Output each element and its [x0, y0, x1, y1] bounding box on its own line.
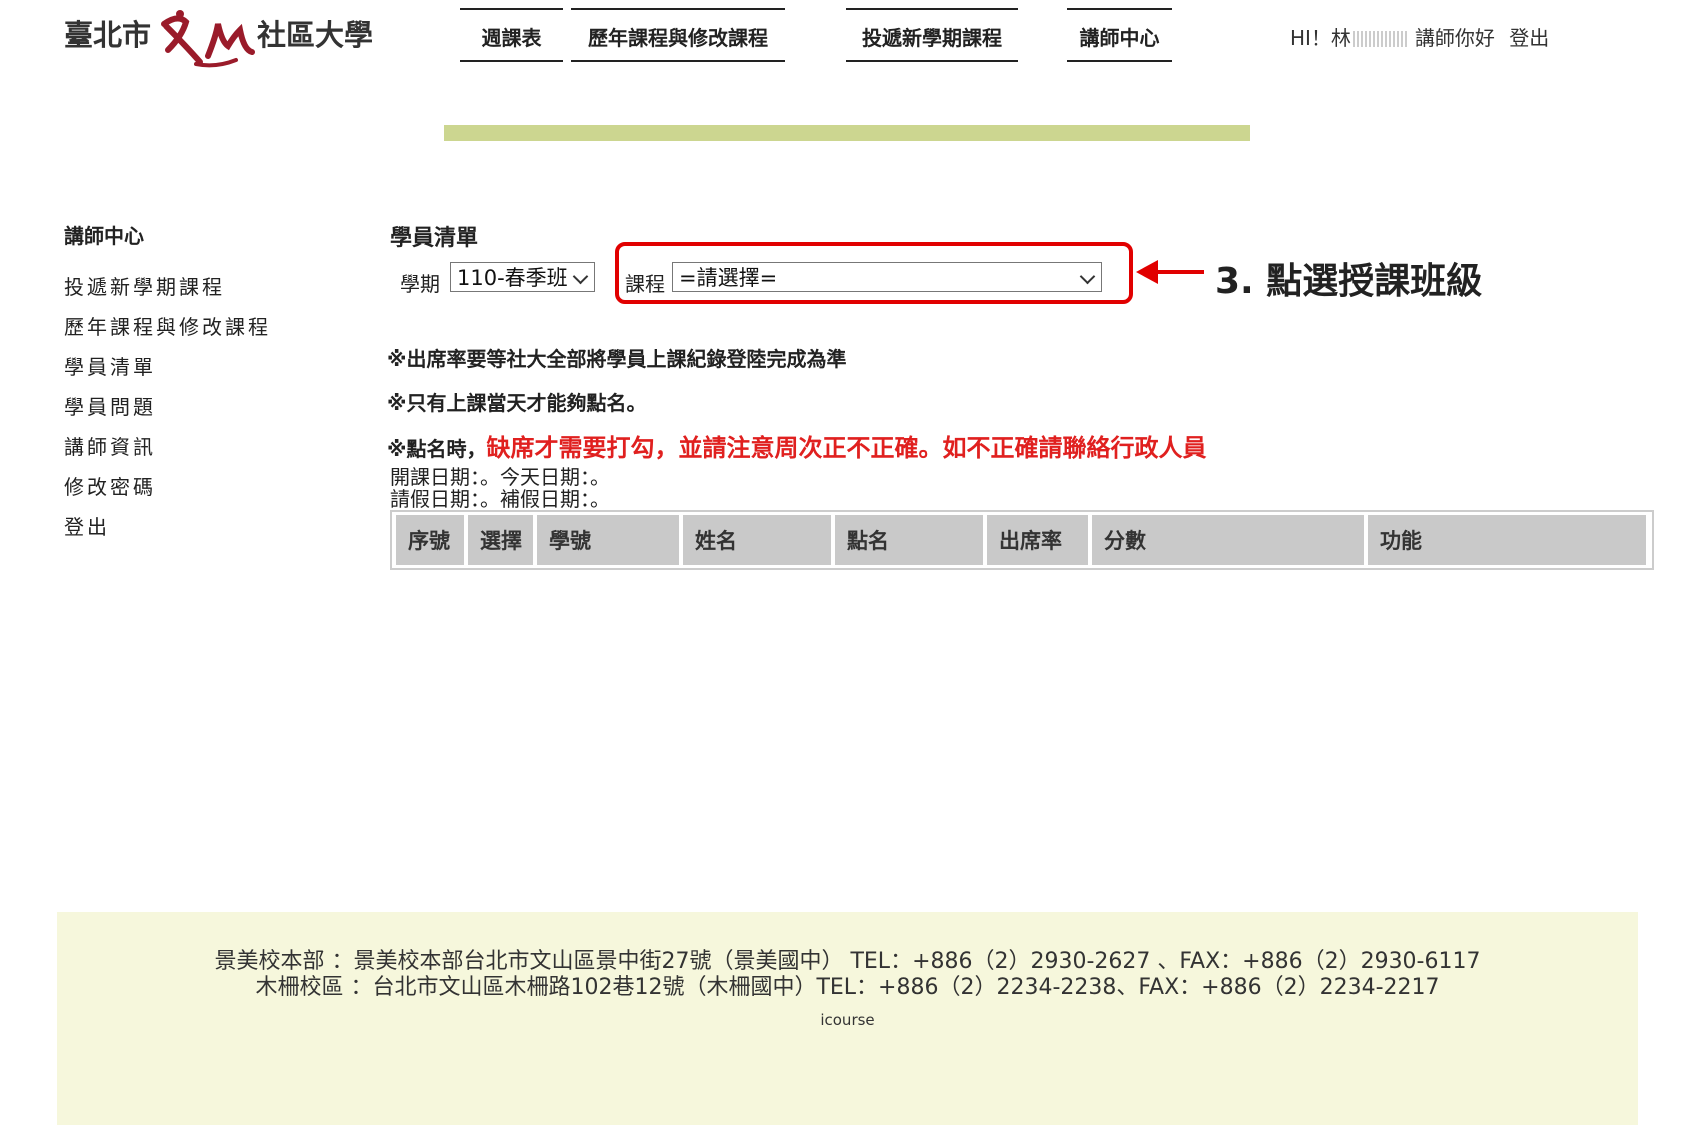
logo-university-text: 社區大學	[257, 18, 374, 52]
sidebar-item-student-list[interactable]: 學員清單	[64, 355, 324, 395]
highlight-box	[615, 242, 1133, 304]
logout-link[interactable]: 登出	[1509, 26, 1549, 50]
term-select-value: 110-春季班	[457, 266, 568, 290]
notice-rollcall-warning: 缺席才需要打勾，並請注意周次正不正確。如不正確請聯絡行政人員	[486, 434, 1207, 462]
sidebar-item-submit-new-courses[interactable]: 投遞新學期課程	[64, 275, 324, 315]
masked-name	[1352, 31, 1409, 47]
column-header-index[interactable]: 序號	[396, 515, 464, 565]
footer-muzha-campus: 木柵校區 ：台北市文山區木柵路102巷12號（木柵國中）TEL：+886（2）2…	[255, 975, 1440, 1000]
site-logo[interactable]: 臺北市 社區大學	[64, 6, 394, 68]
user-greeting: HI！林 講師你好 登出	[1290, 22, 1549, 51]
nav-weekly-schedule[interactable]: 週課表	[460, 8, 563, 62]
instruction-annotation: 3. 點選授課班級	[1215, 261, 1483, 302]
sidebar: 講師中心 投遞新學期課程 歷年課程與修改課程 學員清單 學員問題 講師資訊 修改…	[64, 220, 324, 555]
sidebar-title: 講師中心	[64, 224, 144, 248]
footer-brand: icourse	[820, 1011, 875, 1029]
wenshan-calligraphy-logo-icon	[161, 10, 255, 68]
notice-rollcall-day: ※只有上課當天才能夠點名。	[387, 391, 647, 415]
nav-instructor-center[interactable]: 講師中心	[1067, 8, 1172, 62]
logo-city-text: 臺北市	[64, 18, 152, 52]
course-dates: 開課日期：。今天日期：。 請假日期：。補假日期：。	[390, 466, 610, 510]
column-header-student-id[interactable]: 學號	[537, 515, 679, 565]
column-header-score[interactable]: 分數	[1092, 515, 1364, 565]
term-label: 學期	[400, 272, 440, 296]
nav-course-history[interactable]: 歷年課程與修改課程	[571, 8, 785, 62]
column-header-attendance-rate[interactable]: 出席率	[987, 515, 1088, 565]
sidebar-item-student-questions[interactable]: 學員問題	[64, 395, 324, 435]
column-header-select[interactable]: 選擇	[468, 515, 533, 565]
page-title: 學員清單	[390, 226, 479, 251]
sidebar-item-instructor-info[interactable]: 講師資訊	[64, 435, 324, 475]
column-header-rollcall[interactable]: 點名	[835, 515, 983, 565]
accent-divider	[444, 125, 1250, 141]
footer: 景美校本部 ：景美校本部台北市文山區景中街27號（景美國中） TEL：+886（…	[57, 912, 1638, 1125]
sidebar-item-course-history[interactable]: 歷年課程與修改課程	[64, 315, 324, 355]
open-date-line: 開課日期：。今天日期：。	[390, 465, 610, 489]
student-table: 序號 選擇 學號 姓名 點名 出席率 分數 功能	[390, 510, 1654, 570]
main-content: 學員清單	[390, 220, 478, 252]
notice-rollcall-rule: ※點名時，缺席才需要打勾，並請注意周次正不正確。如不正確請聯絡行政人員	[387, 428, 1206, 463]
greeting-prefix: HI！林	[1290, 26, 1351, 50]
leave-date-line: 請假日期：。補假日期：。	[390, 487, 610, 511]
column-header-name[interactable]: 姓名	[683, 515, 831, 565]
greeting-suffix: 講師你好	[1414, 26, 1495, 50]
column-header-actions[interactable]: 功能	[1368, 515, 1646, 565]
sidebar-item-logout[interactable]: 登出	[64, 515, 324, 555]
notice-rollcall-prefix: ※點名時，	[387, 437, 487, 461]
footer-jingmei-campus: 景美校本部 ：景美校本部台北市文山區景中街27號（景美國中） TEL：+886（…	[214, 949, 1481, 974]
nav-submit-new-courses[interactable]: 投遞新學期課程	[846, 8, 1018, 62]
notice-attendance-rate: ※出席率要等社大全部將學員上課紀錄登陸完成為準	[387, 347, 847, 371]
left-arrow-icon	[1136, 260, 1204, 284]
chevron-down-icon	[572, 268, 589, 285]
term-select[interactable]: 110-春季班	[450, 262, 595, 292]
sidebar-item-change-password[interactable]: 修改密碼	[64, 475, 324, 515]
